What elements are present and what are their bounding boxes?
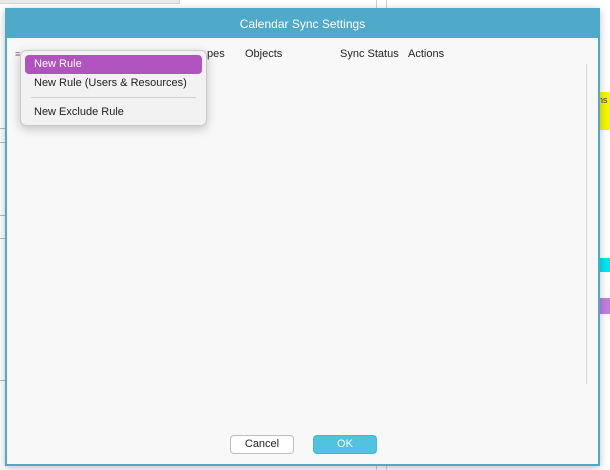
column-header-objects[interactable]: Objects <box>245 48 282 60</box>
column-header-sync-status[interactable]: Sync Status <box>340 48 399 60</box>
menu-item-new-rule-users-resources[interactable]: New Rule (Users & Resources) <box>25 74 202 93</box>
dialog-titlebar: Calendar Sync Settings <box>7 10 598 38</box>
dialog-title: Calendar Sync Settings <box>239 17 366 31</box>
ok-button[interactable]: OK <box>313 435 377 454</box>
background-toolbar <box>0 0 180 4</box>
table-scrollbar[interactable] <box>586 64 587 384</box>
menu-separator <box>31 97 196 98</box>
calendar-sync-settings-dialog: Calendar Sync Settings ≡ pes Objects Syn… <box>5 8 600 466</box>
add-rule-dropdown-menu: New Rule New Rule (Users & Resources) Ne… <box>20 50 207 126</box>
menu-item-new-rule[interactable]: New Rule <box>25 55 202 74</box>
column-header-actions[interactable]: Actions <box>408 48 444 60</box>
menu-item-new-exclude-rule[interactable]: New Exclude Rule <box>25 103 202 122</box>
cancel-button[interactable]: Cancel <box>230 435 294 454</box>
column-header-type[interactable]: pes <box>207 48 225 60</box>
